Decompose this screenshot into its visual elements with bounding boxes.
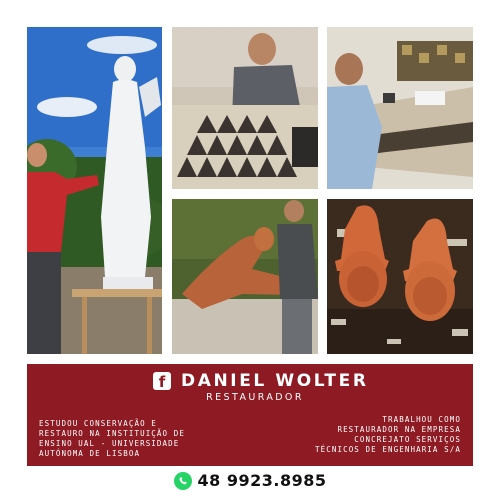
facebook-icon[interactable]: f	[153, 372, 171, 391]
experience-text: TRABALHOU COMO RESTAURADOR NA EMPRESA CO…	[251, 415, 461, 455]
facebook-icon-glyph: f	[158, 373, 166, 391]
education-line: AUTÓNOMA DE LISBOA	[39, 449, 141, 458]
photo-terracotta-heads	[327, 199, 473, 354]
experience-line: CONCREJATO SERVIÇOS	[354, 435, 461, 444]
education-line: ESTUDOU CONSERVAÇÃO E	[39, 419, 157, 428]
phone-number[interactable]: 48 9923.8985	[198, 469, 327, 493]
whatsapp-icon[interactable]	[173, 472, 192, 490]
photo-mosaic-triangles	[172, 27, 318, 189]
education-line: RESTAURO NA INSTITUIÇÃO DE	[39, 429, 185, 438]
education-text: ESTUDOU CONSERVAÇÃO E RESTAURO NA INSTIT…	[39, 419, 239, 459]
photo-mosaic-table	[327, 27, 473, 189]
person-role: RESTAURADOR	[206, 392, 304, 403]
info-banner: f DANIEL WOLTER RESTAURADOR ESTUDOU CONS…	[27, 364, 473, 466]
person-name: DANIEL WOLTER	[181, 371, 369, 391]
education-line: ENSINO UAL - UNIVERSIDADE	[39, 439, 180, 448]
experience-line: TÉCNICOS DE ENGENHARIA S/A	[315, 445, 461, 454]
experience-line: RESTAURADOR NA EMPRESA	[337, 425, 461, 434]
photo-statue-restorer	[27, 27, 162, 354]
contact-row: 48 9923.8985	[0, 469, 500, 493]
photo-terracotta-figure	[172, 199, 318, 354]
experience-line: TRABALHOU COMO	[382, 415, 461, 424]
